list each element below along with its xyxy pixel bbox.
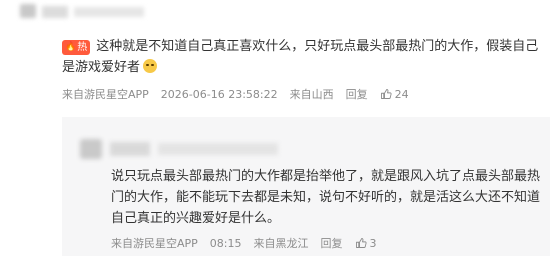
thumbs-up-icon [380,89,392,99]
reply-text: 说只玩点最头部最热门的大作都是抬举他了，就是跟风入坑了点最头部最热门的大作，能不… [111,169,541,226]
comment-thread: 🔥 热这种就是不知道自己真正喜欢什么，只好玩点最头部最热门的大作，假装自己是游戏爱… [0,0,550,256]
like-button[interactable]: 24 [380,88,409,101]
flame-icon: 🔥 [65,42,77,52]
reply-source: 来自游民星空APP [111,237,198,250]
hot-badge-label: 热 [77,42,88,53]
reply-button[interactable]: 回复 [346,86,368,102]
reply-like-count: 3 [369,236,377,250]
reply-reply-button[interactable]: 回复 [321,235,343,251]
reply-location: 来自黑龙江 [253,237,309,250]
reply-like-button[interactable]: 3 [355,237,377,250]
hot-badge: 🔥 热 [62,40,91,55]
comment-timestamp: 2026-06-16 23:58:22 [160,87,278,101]
like-count: 24 [394,87,409,101]
reply-time: 08:15 [209,236,242,250]
blurred-reply-username [80,139,290,159]
thumbs-up-icon [355,238,367,248]
main-comment-text: 这种就是不知道自己真正喜欢什么，只好玩点最头部最热门的大作，假装自己是游戏爱好者 [62,39,539,75]
comment-location: 来自山西 [289,88,334,101]
main-comment-meta: 来自游民星空APP 2026-06-16 23:58:22 来自山西 回复 24 [62,86,421,102]
main-comment: 🔥 热这种就是不知道自己真正喜欢什么，只好玩点最头部最热门的大作，假装自己是游戏爱… [62,36,540,78]
reply-meta: 来自游民星空APP 08:15 来自黑龙江 回复 3 [111,235,389,251]
comment-source: 来自游民星空APP [62,88,149,101]
reply-box: 说只玩点最头部最热门的大作都是抬举他了，就是跟风入坑了点最头部最热门的大作，能不… [62,117,550,256]
smirk-emoji-icon [143,59,158,73]
blurred-username [20,4,200,20]
